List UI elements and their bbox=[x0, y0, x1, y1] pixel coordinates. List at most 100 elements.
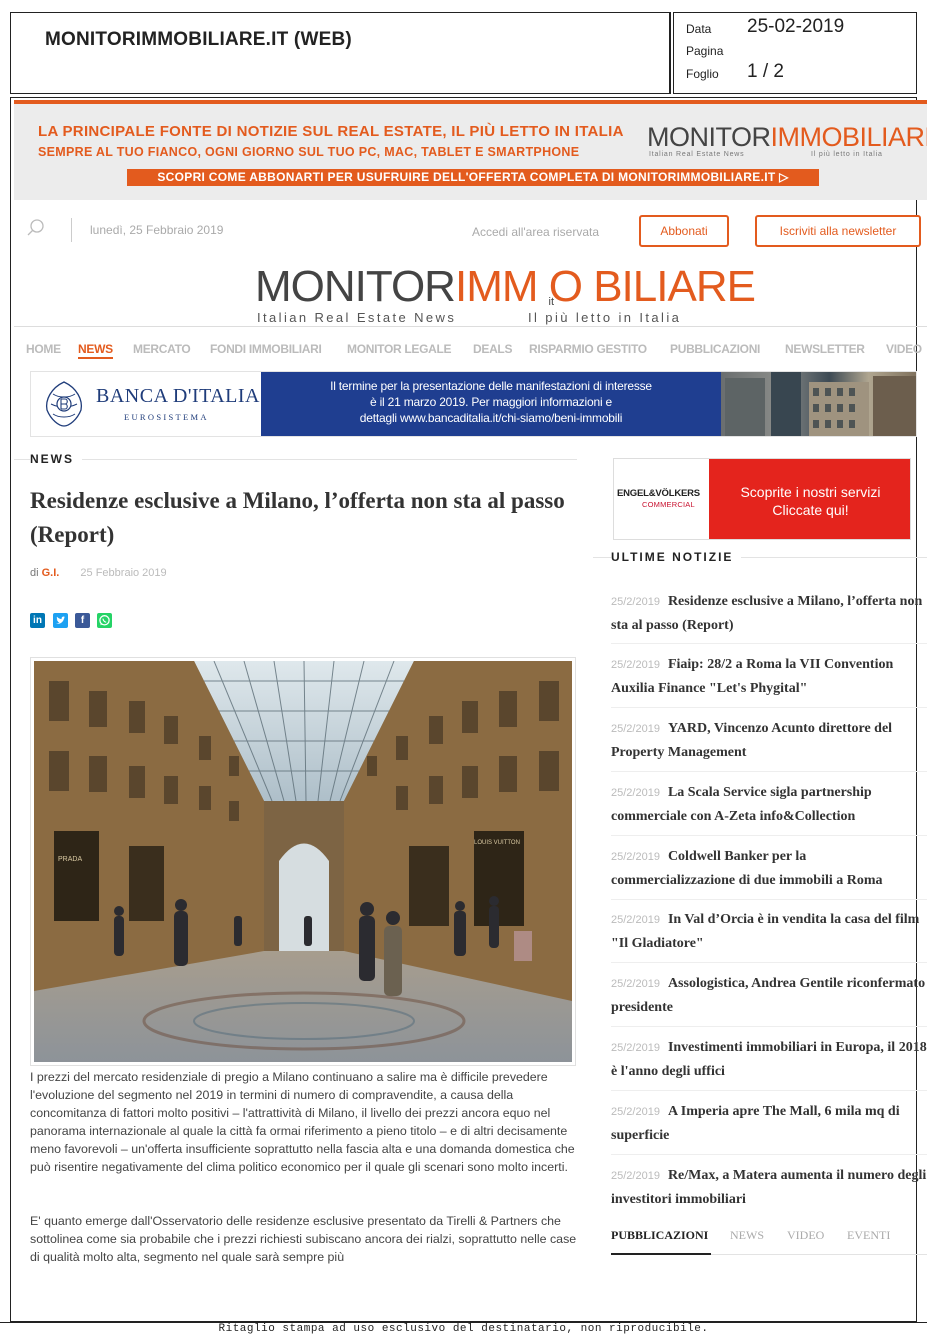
clipping-footer: Ritaglio stampa ad uso esclusivo del des… bbox=[0, 1322, 927, 1335]
data-label: Data bbox=[686, 22, 712, 36]
news-header-rule bbox=[14, 459, 577, 460]
nav-home[interactable]: HOME bbox=[26, 342, 61, 356]
promo-logo-sub-left: Italian Real Estate News bbox=[649, 151, 745, 158]
galleria-image: PRADA LOUIS VUITTON bbox=[34, 661, 572, 1062]
ad-text-line-2: è il 21 marzo 2019. Per maggiori informa… bbox=[369, 395, 613, 409]
newsletter-button[interactable]: Iscriviti alla newsletter bbox=[755, 215, 921, 247]
ad-brand-logo: ENGEL&VÖLKERS bbox=[617, 488, 700, 499]
ad-cta-line-2: Cliccate qui! bbox=[772, 502, 849, 518]
nav-video[interactable]: VIDEO bbox=[886, 342, 922, 356]
latest-news-item[interactable]: 25/2/2019 In Val d’Orcia è in vendita la … bbox=[611, 908, 927, 955]
article-paragraph-2: E' quanto emerge dall'Osservatorio delle… bbox=[30, 1214, 577, 1264]
facebook-share-icon[interactable]: f bbox=[75, 613, 90, 628]
prada-sign: PRADA bbox=[58, 856, 82, 863]
byline-prefix: di bbox=[30, 567, 39, 579]
article-paragraph-1: I prezzi del mercato residenziale di pre… bbox=[30, 1070, 575, 1174]
news-divider bbox=[611, 835, 927, 836]
news-divider bbox=[611, 1090, 927, 1091]
ad-cta-line-1: Scoprite i nostri servizi bbox=[740, 484, 881, 500]
news-date: 25/2/2019 bbox=[611, 723, 660, 735]
news-divider bbox=[611, 1026, 927, 1027]
article-title: Residenze esclusive a Milano, l’offerta … bbox=[30, 488, 565, 547]
data-value: 25-02-2019 bbox=[747, 16, 845, 37]
news-date: 25/2/2019 bbox=[611, 978, 660, 990]
nav-risparmio-gestito[interactable]: RISPARMIO GESTITO bbox=[529, 342, 647, 356]
whatsapp-share-icon[interactable] bbox=[97, 613, 112, 628]
promo-line-2: SEMPRE AL TUO FIANCO, OGNI GIORNO SUL TU… bbox=[38, 145, 580, 159]
nav-fondi-immobiliari[interactable]: FONDI IMMOBILIARI bbox=[210, 342, 322, 356]
logo-tagline-left: Italian Real Estate News bbox=[257, 310, 457, 325]
twitter-share-icon[interactable] bbox=[53, 613, 68, 628]
subscribe-button[interactable]: Abbonati bbox=[639, 215, 729, 247]
site-logo[interactable]: MONITORIMM Oit BILIARE bbox=[255, 263, 756, 311]
ad-message: Il termine per la presentazione delle ma… bbox=[261, 372, 721, 436]
search-icon[interactable] bbox=[27, 219, 44, 236]
ad-bank-name: BANCA D'ITALIA bbox=[96, 385, 260, 407]
tab-news[interactable]: NEWS bbox=[730, 1228, 764, 1243]
foglio-label: Foglio bbox=[686, 67, 719, 81]
nav-monitor-legale[interactable]: MONITOR LEGALE bbox=[347, 342, 452, 356]
news-date: 25/2/2019 bbox=[611, 596, 660, 608]
ad-building-photo bbox=[721, 372, 916, 436]
news-divider bbox=[611, 707, 927, 708]
current-date: lunedì, 25 Febbraio 2019 bbox=[90, 223, 224, 237]
tab-video[interactable]: VIDEO bbox=[787, 1228, 824, 1243]
clipping-meta-box: Data 25-02-2019 Pagina Foglio 1 / 2 bbox=[670, 12, 917, 94]
news-divider bbox=[611, 1154, 927, 1155]
ad-brand-sub: COMMERCIAL bbox=[642, 500, 695, 509]
arrow-right-icon: ▷ bbox=[779, 170, 789, 184]
news-date: 25/2/2019 bbox=[611, 1042, 660, 1054]
engel-voelkers-ad[interactable]: ENGEL&VÖLKERS COMMERCIAL Scoprite i nost… bbox=[613, 458, 911, 540]
tab-eventi[interactable]: EVENTI bbox=[847, 1228, 890, 1243]
louis-vuitton-sign: LOUIS VUITTON bbox=[474, 840, 520, 846]
utility-divider bbox=[71, 218, 72, 242]
promo-banner[interactable]: LA PRINCIPALE FONTE DI NOTIZIE SUL REAL … bbox=[14, 104, 927, 200]
ad-logo-area: BANCA D'ITALIA EUROSISTEMA bbox=[31, 372, 261, 436]
nav-mercato[interactable]: MERCATO bbox=[133, 342, 191, 356]
tab-pubblicazioni[interactable]: PUBBLICAZIONI bbox=[611, 1228, 708, 1243]
news-date: 25/2/2019 bbox=[611, 1170, 660, 1182]
news-divider bbox=[611, 962, 927, 963]
article-byline: di G.I. 25 Febbraio 2019 bbox=[30, 567, 167, 579]
foglio-value: 1 / 2 bbox=[747, 61, 784, 82]
article-author[interactable]: G.I. bbox=[42, 567, 60, 579]
ad-text-line-3: dettagli www.bancaditalia.it/chi-siamo/b… bbox=[359, 411, 623, 425]
promo-cta-button[interactable]: SCOPRI COME ABBONARTI PER USUFRUIRE DELL… bbox=[127, 169, 819, 186]
ad-cta: Scoprite i nostri servizi Cliccate qui! bbox=[709, 459, 910, 539]
nav-news[interactable]: NEWS bbox=[78, 342, 113, 359]
promo-line-1: LA PRINCIPALE FONTE DI NOTIZIE SUL REAL … bbox=[38, 123, 624, 140]
nav-pubblicazioni[interactable]: PUBBLICAZIONI bbox=[670, 342, 760, 356]
latest-news-item[interactable]: 25/2/2019 La Scala Service sigla partners… bbox=[611, 781, 927, 828]
article-photo: PRADA LOUIS VUITTON bbox=[30, 657, 576, 1066]
nav-divider bbox=[14, 326, 927, 327]
latest-news-item[interactable]: 25/2/2019 Fiaip: 28/2 a Roma la VII Conve… bbox=[611, 653, 927, 700]
news-divider bbox=[611, 643, 927, 644]
latest-news-item[interactable]: 25/2/2019 A Imperia apre The Mall, 6 mila… bbox=[611, 1100, 927, 1147]
nav-newsletter[interactable]: NEWSLETTER bbox=[785, 342, 865, 356]
latest-news-item[interactable]: 25/2/2019 Assologistica, Andrea Gentile r… bbox=[611, 972, 927, 1019]
news-date: 25/2/2019 bbox=[611, 851, 660, 863]
promo-logo: MONITORIMMOBILIARE bbox=[647, 122, 927, 152]
linkedin-share-icon[interactable]: in bbox=[30, 613, 45, 628]
clipping-header: MONITORIMMOBILIARE.IT (WEB) Data 25-02-2… bbox=[10, 12, 917, 94]
bank-emblem-icon bbox=[45, 381, 83, 427]
ad-text-line-1: Il termine per la presentazione delle ma… bbox=[330, 379, 652, 393]
news-section-header: NEWS bbox=[30, 452, 82, 466]
login-link[interactable]: Accedi all'area riservata bbox=[472, 225, 599, 239]
active-tab-underline bbox=[611, 1253, 711, 1255]
latest-news-item[interactable]: 25/2/2019 Residenze esclusive a Milano, l… bbox=[611, 590, 927, 637]
latest-news-item[interactable]: 25/2/2019 YARD, Vincenzo Acunto direttore… bbox=[611, 717, 927, 764]
promo-logo-sub-right: Il più letto in Italia bbox=[811, 151, 883, 158]
logo-tagline-right: Il più letto in Italia bbox=[528, 310, 682, 325]
latest-news-header: ULTIME NOTIZIE bbox=[611, 550, 742, 564]
news-divider bbox=[611, 899, 927, 900]
news-date: 25/2/2019 bbox=[611, 659, 660, 671]
news-date: 25/2/2019 bbox=[611, 914, 660, 926]
latest-news-item[interactable]: 25/2/2019 Investimenti immobiliari in Eur… bbox=[611, 1036, 927, 1083]
banca-italia-ad[interactable]: BANCA D'ITALIA EUROSISTEMA Il termine pe… bbox=[30, 371, 917, 437]
latest-news-item[interactable]: 25/2/2019 Re/Max, a Matera aumenta il num… bbox=[611, 1164, 927, 1211]
ad-bank-sub: EUROSISTEMA bbox=[124, 412, 209, 422]
nav-deals[interactable]: DEALS bbox=[473, 342, 512, 356]
latest-news-item[interactable]: 25/2/2019 Coldwell Banker per la commerci… bbox=[611, 845, 927, 892]
article-date: 25 Febbraio 2019 bbox=[80, 567, 167, 579]
